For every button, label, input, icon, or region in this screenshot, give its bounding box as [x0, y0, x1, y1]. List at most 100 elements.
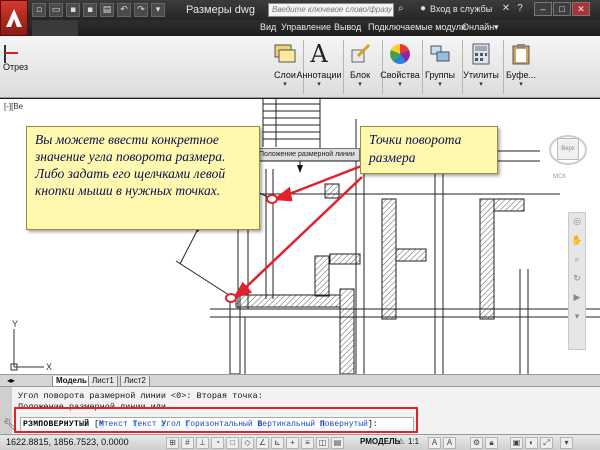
clean-screen-icon[interactable]: ⤢ [540, 437, 553, 449]
layout-tab-bar: ◂▸ Модель Лист1 Лист2 [0, 374, 600, 387]
option-vertical[interactable]: Вертикальный [257, 420, 315, 429]
transparency-icon[interactable]: ◫ [316, 437, 329, 449]
annotation-label: Аннотации [296, 70, 342, 80]
dropdown-arrow-icon: ▾ [438, 81, 442, 88]
tab-plugins[interactable]: Подключаемые модули [368, 22, 466, 32]
exchange-icon[interactable]: ✕ [500, 3, 512, 17]
tab-output[interactable]: Вывод [334, 22, 361, 32]
annotation-visibility-icon[interactable]: A [428, 437, 441, 449]
dropdown-arrow-icon: ▾ [519, 81, 523, 88]
hardware-acceleration-icon[interactable]: ▣ [510, 437, 523, 449]
callout-main: Вы можете ввести конкретное значение угл… [26, 126, 260, 230]
3d-osnap-icon[interactable]: ◇ [241, 437, 254, 449]
help-icon[interactable]: ? [514, 3, 526, 17]
viewcube-face[interactable]: Верх [557, 138, 579, 160]
application-menu-icon[interactable] [0, 0, 28, 36]
tab-online[interactable]: Онлайн [462, 22, 494, 32]
pan-icon[interactable]: ✋ [569, 235, 585, 251]
orbit-icon[interactable]: ↻ [569, 273, 585, 289]
osnap-icon[interactable]: □ [226, 437, 239, 449]
viewcube[interactable]: Верх МСК [547, 128, 589, 188]
layers-label: Слои [274, 70, 296, 80]
drawing-viewport[interactable]: [-][Ве Y X Положение размерной линии Вы … [0, 99, 600, 374]
lineweight-icon[interactable]: ≡ [301, 437, 314, 449]
block-icon [346, 40, 374, 68]
command-prompt: РЗМПОВЕРНУТЫЙ [23, 420, 90, 429]
rotation-point-1 [266, 194, 278, 204]
title-bar: ▫ ▭ ▪ ▪ ▤ ↶ ↷ ▾ Размеры dwg Введите ключ… [0, 0, 600, 20]
dyn-icon[interactable]: + [286, 437, 299, 449]
option-horizontal[interactable]: Горизонтальный [185, 420, 253, 429]
showmotion-icon[interactable]: ▶ [569, 292, 585, 308]
wcs-label[interactable]: МСК [553, 174, 566, 180]
document-title: Размеры dwg [186, 4, 255, 16]
minimize-button[interactable]: ‒ [534, 2, 552, 16]
save-icon[interactable]: ▪ [66, 3, 80, 17]
tab-home-active[interactable] [32, 20, 78, 36]
tab-view[interactable]: Вид [260, 22, 276, 32]
groups-label: Группы [425, 70, 455, 80]
ribbon-expand-icon[interactable]: ▾ [494, 22, 499, 33]
dropdown-arrow-icon: ▾ [358, 81, 362, 88]
annotation-scale[interactable]: 1:1 [408, 437, 419, 446]
status-menu-icon[interactable]: ▾ [560, 437, 573, 449]
print-icon[interactable]: ▤ [100, 3, 114, 17]
zoom-icon[interactable]: ⌕ [569, 254, 585, 270]
status-bar: 1622.8815, 1856.7523, 0.0000 ⊞ # ⊥ ◔ □ ◇… [0, 434, 600, 450]
command-history-line-2: Положение размерной линии или [18, 402, 166, 412]
quick-access-toolbar: ▫ ▭ ▪ ▪ ▤ ↶ ↷ ▾ [32, 3, 165, 17]
redo-icon[interactable]: ↷ [134, 3, 148, 17]
properties-icon [386, 40, 414, 68]
annotation-icon: A [310, 40, 328, 68]
search-input[interactable]: Введите ключевое слово/фразу [268, 3, 394, 17]
annotation-button[interactable]: A Аннотации ▾ [296, 38, 342, 96]
polar-icon[interactable]: ◔ [211, 437, 224, 449]
command-window: Угол поворота размерной линии <0>: Втора… [0, 386, 600, 435]
otrack-icon[interactable]: ∠ [256, 437, 269, 449]
model-space-button[interactable]: РМОДЕЛЬ [360, 437, 400, 446]
workspace-icon[interactable]: ▾ [151, 3, 165, 17]
dropdown-arrow-icon: ▾ [283, 81, 287, 88]
coordinates-readout: 1622.8815, 1856.7523, 0.0000 [6, 437, 129, 447]
ucs-icon [10, 329, 44, 371]
lock-icon[interactable]: 🔒︎ [485, 437, 498, 449]
ducs-icon[interactable]: ⊾ [271, 437, 284, 449]
callout-points-text: Точки поворота размера [369, 132, 462, 165]
close-button[interactable]: ✕ [572, 2, 590, 16]
option-angle[interactable]: Угол [161, 420, 181, 429]
dimension-tooltip: Положение размерной линии [256, 148, 360, 161]
callout-rotation-points: Точки поворота размера [360, 126, 498, 174]
option-mtext[interactable]: Мтекст [98, 420, 128, 429]
dropdown-arrow-icon: ▾ [317, 81, 321, 88]
snap-icon[interactable]: ⊞ [166, 437, 179, 449]
grid-icon[interactable]: # [181, 437, 194, 449]
maximize-button[interactable]: □ [553, 2, 571, 16]
command-history-line-1: Угол поворота размерной линии <0>: Втора… [18, 391, 263, 401]
annotation-scale-icon[interactable]: ⚠ [396, 437, 406, 449]
new-file-icon[interactable]: ▫ [32, 3, 46, 17]
ribbon-tab-bar: Вид Управление Вывод Подключаемые модули… [0, 20, 600, 36]
undo-icon[interactable]: ↶ [117, 3, 131, 17]
command-input[interactable]: РЗМПОВЕРНУТЫЙ [Мтекст Текст Угол Горизон… [20, 417, 414, 433]
tab-manage[interactable]: Управление [281, 22, 331, 32]
trim-label: Отрез [3, 62, 29, 72]
isolate-icon[interactable]: ◐ [525, 437, 538, 449]
save-as-icon[interactable]: ▪ [83, 3, 97, 17]
clipboard-button[interactable]: Буфе... ▾ [498, 38, 544, 96]
clipboard-label: Буфе... [505, 70, 537, 80]
ortho-icon[interactable]: ⊥ [196, 437, 209, 449]
wrench-icon[interactable]: 🔧︎ [3, 418, 17, 432]
autoscale-icon[interactable]: A [443, 437, 456, 449]
open-folder-icon[interactable]: ▭ [49, 3, 63, 17]
nav-settings-icon[interactable]: ▾ [569, 311, 585, 327]
autocad-window: ▫ ▭ ▪ ▪ ▤ ↶ ↷ ▾ Размеры dwg Введите ключ… [0, 0, 600, 450]
rotation-point-2 [225, 293, 237, 303]
quick-props-icon[interactable]: ▤ [331, 437, 344, 449]
option-text[interactable]: Текст [132, 420, 157, 429]
option-rotated[interactable]: Повернутый [319, 420, 368, 429]
search-icon[interactable]: ⌕ [398, 3, 410, 17]
steering-wheel-icon[interactable]: ◎ [569, 216, 585, 232]
login-link[interactable]: Вход в службы [430, 4, 492, 14]
workspace-switch-icon[interactable]: ⚙ [470, 437, 483, 449]
groups-button[interactable]: Группы ▾ [417, 38, 463, 96]
